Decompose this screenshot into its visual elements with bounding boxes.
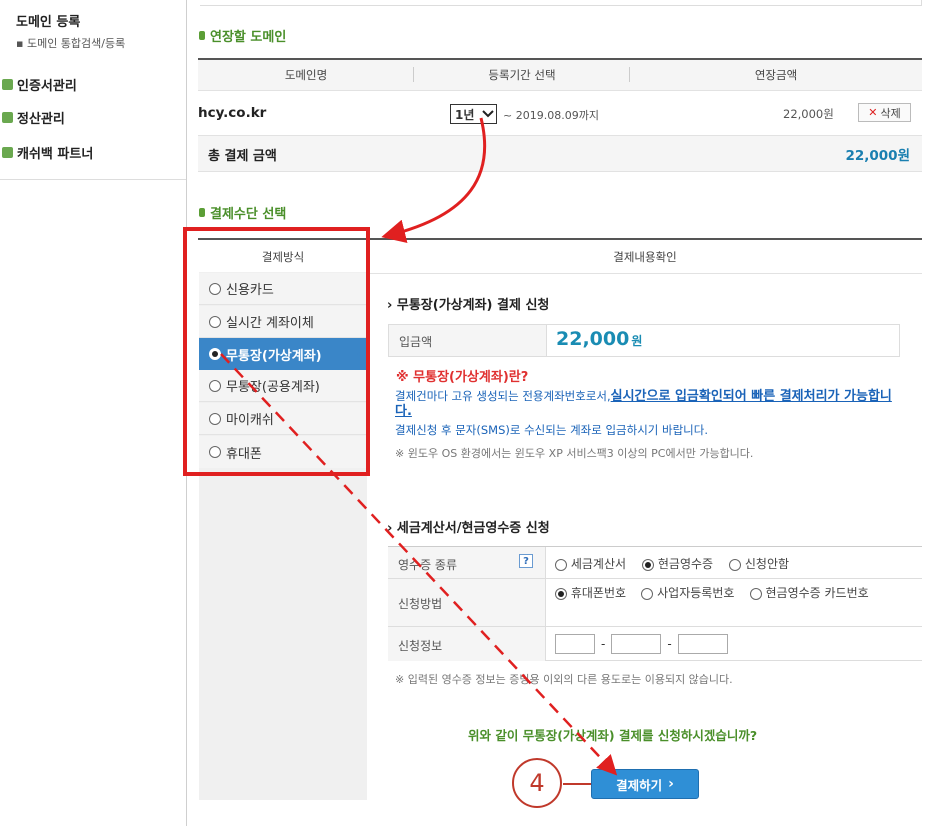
dashed-arrow-icon xyxy=(220,353,618,776)
step-number-badge: 4 xyxy=(512,758,562,808)
curved-arrow-icon xyxy=(381,117,487,243)
annotation-arrows xyxy=(220,117,618,785)
